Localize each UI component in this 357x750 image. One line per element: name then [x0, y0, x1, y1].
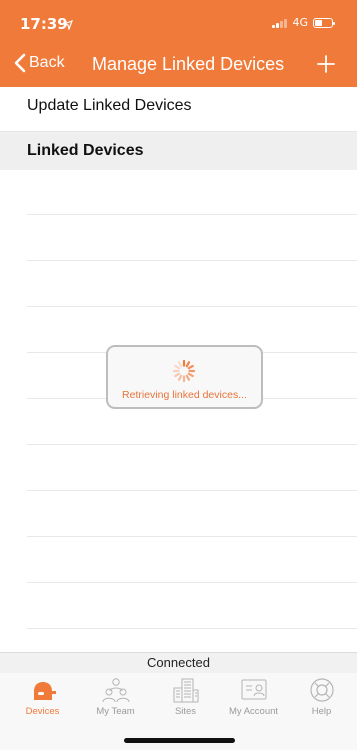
- status-indicators: 4G: [272, 16, 335, 29]
- list-row-divider: [27, 444, 357, 445]
- devices-icon: [33, 682, 56, 700]
- connection-status: Connected: [147, 655, 210, 670]
- location-icon: [61, 17, 74, 32]
- tab-help[interactable]: Help: [286, 677, 357, 721]
- tab-help-label: Help: [311, 706, 332, 717]
- section-header-label: Linked Devices: [27, 142, 144, 159]
- chevron-left-icon: [14, 53, 26, 73]
- app-header: 17:39 4G Back Manage Linked Devices: [0, 0, 357, 87]
- battery-icon: [313, 17, 335, 28]
- list-row-divider: [27, 214, 357, 215]
- spinner-icon: [172, 359, 196, 383]
- team-icon: [102, 678, 129, 703]
- back-label: Back: [29, 54, 65, 71]
- tab-devices-label: Devices: [25, 706, 60, 717]
- account-icon: [241, 679, 266, 700]
- page-title: Manage Linked Devices: [92, 54, 285, 74]
- section-header-linked-devices: Linked Devices: [0, 132, 357, 170]
- update-linked-devices-row[interactable]: Update Linked Devices: [0, 87, 357, 132]
- status-time: 17:39: [20, 15, 68, 33]
- home-indicator[interactable]: [124, 738, 235, 743]
- tab-my-team-label: My Team: [96, 706, 135, 717]
- back-button[interactable]: Back: [14, 53, 65, 73]
- list-row-divider: [27, 628, 357, 629]
- signal-icon: [272, 18, 288, 28]
- list-row-divider: [27, 306, 357, 307]
- loading-message: Retrieving linked devices...: [122, 389, 247, 401]
- network-label: 4G: [292, 16, 308, 29]
- add-device-button[interactable]: [317, 50, 341, 78]
- tab-sites[interactable]: Sites: [150, 677, 221, 721]
- loading-indicator: Retrieving linked devices...: [106, 345, 263, 409]
- sites-icon: [173, 678, 198, 703]
- navigation-bar: Back Manage Linked Devices: [0, 44, 357, 87]
- list-row-divider: [27, 582, 357, 583]
- list-row-divider: [27, 260, 357, 261]
- help-icon: [309, 678, 334, 702]
- list-row-divider: [27, 536, 357, 537]
- tab-sites-label: Sites: [174, 706, 197, 717]
- list-row-divider: [27, 490, 357, 491]
- plus-icon: [317, 55, 335, 73]
- update-linked-devices-label: Update Linked Devices: [27, 97, 192, 114]
- tab-my-account-label: My Account: [228, 706, 279, 717]
- battery-fill: [315, 19, 323, 26]
- status-bar: 17:39 4G: [0, 0, 357, 44]
- tab-my-account[interactable]: My Account: [218, 677, 289, 721]
- tab-my-team[interactable]: My Team: [80, 677, 151, 721]
- tab-devices[interactable]: Devices: [7, 677, 78, 721]
- connection-status-bar: Connected: [0, 652, 357, 673]
